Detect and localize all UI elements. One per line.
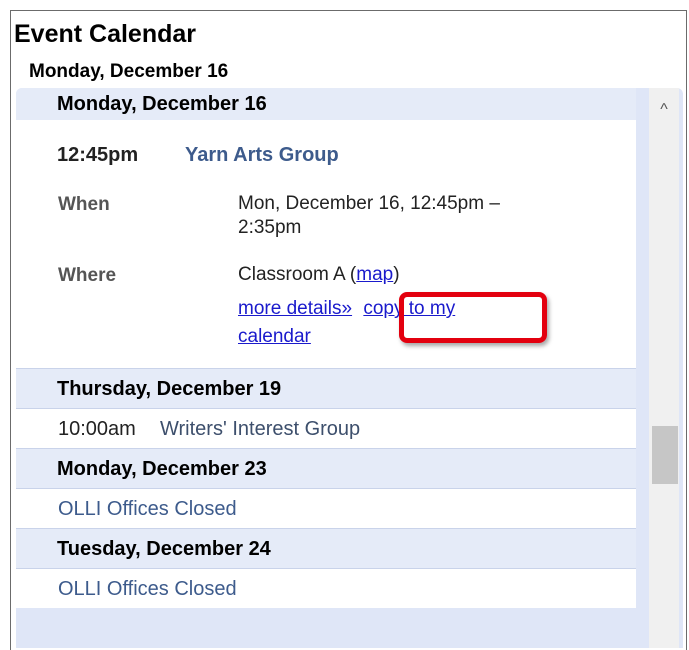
day-header-dec16: Monday, December 16	[16, 88, 636, 120]
when-label: When	[58, 194, 110, 215]
agenda-list: Monday, December 16 12:45pm Yarn Arts Gr…	[16, 88, 636, 608]
selected-date: Monday, December 16	[29, 61, 229, 82]
event-time: 12:45pm	[57, 144, 139, 166]
event-title[interactable]: Yarn Arts Group	[185, 144, 339, 166]
day-header: Tuesday, December 24	[16, 528, 636, 568]
scrollbar-thumb[interactable]	[652, 426, 678, 484]
event-row[interactable]: OLLI Offices Closed	[16, 488, 636, 528]
event-row-title[interactable]: OLLI Offices Closed	[58, 498, 237, 520]
calendar-title: Event Calendar	[14, 20, 197, 48]
event-row-time: 10:00am	[58, 418, 136, 440]
copy-to-calendar-link-cont[interactable]: calendar	[238, 326, 311, 347]
day-header: Thursday, December 19	[16, 368, 636, 408]
event-row-title[interactable]: OLLI Offices Closed	[58, 578, 237, 600]
event-row-title[interactable]: Writers' Interest Group	[160, 418, 360, 440]
scroll-up-arrow-icon[interactable]: ^	[649, 88, 679, 128]
agenda-panel: Monday, December 16 12:45pm Yarn Arts Gr…	[16, 88, 683, 648]
day-header: Monday, December 23	[16, 448, 636, 488]
event-row[interactable]: OLLI Offices Closed	[16, 568, 636, 608]
map-link[interactable]: map	[356, 264, 393, 285]
where-label: Where	[58, 265, 117, 286]
highlight-box	[399, 292, 547, 343]
event-row[interactable]: 10:00am Writers' Interest Group	[16, 408, 636, 448]
when-value: Mon, December 16, 12:45pm – 2:35pm	[238, 193, 500, 238]
more-details-link[interactable]: more details»	[238, 298, 352, 319]
scrollbar[interactable]: ^	[649, 88, 679, 648]
where-value: Classroom A (map)	[238, 264, 400, 285]
